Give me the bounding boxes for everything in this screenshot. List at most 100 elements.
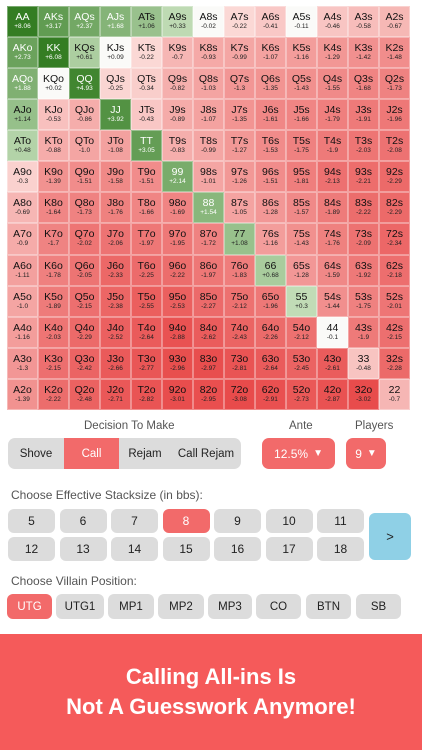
hand-cell-Q9s[interactable]: Q9s -0.82: [162, 68, 193, 100]
hand-cell-T4o[interactable]: T4o -2.64: [131, 316, 162, 348]
hand-cell-76s[interactable]: 76s -1.16: [255, 223, 286, 255]
hand-cell-K8s[interactable]: K8s -0.93: [193, 37, 224, 69]
hand-cell-65s[interactable]: 65s -1.28: [286, 254, 317, 286]
hand-cell-72o[interactable]: 72o -3.08: [224, 378, 255, 410]
hand-cell-94o[interactable]: 94o -2.88: [162, 316, 193, 348]
hand-cell-22[interactable]: 22 -0.7: [379, 378, 410, 410]
hand-cell-T4s[interactable]: T4s -1.9: [317, 130, 348, 162]
hand-cell-52s[interactable]: 52s -2.01: [379, 285, 410, 317]
players-dropdown[interactable]: 9 ▼: [346, 438, 386, 469]
hand-cell-T3s[interactable]: T3s -2.03: [348, 130, 379, 162]
hand-cell-A4o[interactable]: A4o -1.16: [7, 316, 38, 348]
hand-cell-AA[interactable]: AA +8.06: [7, 6, 38, 38]
hand-cell-63s[interactable]: 63s -1.92: [348, 254, 379, 286]
hand-cell-AJs[interactable]: AJs +1.68: [100, 6, 131, 38]
hand-cell-99[interactable]: 99 +2.14: [162, 161, 193, 193]
hand-cell-82s[interactable]: 82s -2.29: [379, 192, 410, 224]
hand-cell-JTo[interactable]: JTo -1.08: [100, 130, 131, 162]
hand-cell-Q4o[interactable]: Q4o -2.29: [69, 316, 100, 348]
hand-cell-77[interactable]: 77 +1.08: [224, 223, 255, 255]
decision-shove-button[interactable]: Shove: [8, 438, 64, 469]
stacksize-button-16[interactable]: 16: [214, 537, 261, 561]
hand-cell-A6s[interactable]: A6s -0.41: [255, 6, 286, 38]
hand-cell-AKs[interactable]: AKs +3.17: [38, 6, 69, 38]
hand-cell-A3s[interactable]: A3s -0.58: [348, 6, 379, 38]
hand-cell-T7o[interactable]: T7o -1.97: [131, 223, 162, 255]
stacksize-button-5[interactable]: 5: [8, 509, 55, 533]
hand-cell-KTs[interactable]: KTs -0.22: [131, 37, 162, 69]
hand-cell-98s[interactable]: 98s -1.01: [193, 161, 224, 193]
hand-cell-53s[interactable]: 53s -1.75: [348, 285, 379, 317]
hand-cell-ATo[interactable]: ATo +0.48: [7, 130, 38, 162]
hand-cell-J7o[interactable]: J7o -2.06: [100, 223, 131, 255]
hand-cell-AQo[interactable]: AQo +1.88: [7, 68, 38, 100]
hand-cell-53o[interactable]: 53o -2.45: [286, 347, 317, 379]
hand-cell-94s[interactable]: 94s -2.13: [317, 161, 348, 193]
hand-cell-QTs[interactable]: QTs -0.34: [131, 68, 162, 100]
stacksize-button-18[interactable]: 18: [317, 537, 364, 561]
hand-cell-32o[interactable]: 32o -3.02: [348, 378, 379, 410]
hand-cell-JJ[interactable]: JJ +3.92: [100, 99, 131, 131]
hand-cell-J5s[interactable]: J5s -1.66: [286, 99, 317, 131]
hand-cell-J9o[interactable]: J9o -1.58: [100, 161, 131, 193]
hand-cell-QJo[interactable]: QJo -0.86: [69, 99, 100, 131]
hand-cell-73o[interactable]: 73o -2.81: [224, 347, 255, 379]
hand-cell-T5o[interactable]: T5o -2.55: [131, 285, 162, 317]
stacksize-button-14[interactable]: 14: [111, 537, 158, 561]
hand-cell-J7s[interactable]: J7s -1.35: [224, 99, 255, 131]
hand-cell-T6s[interactable]: T6s -1.53: [255, 130, 286, 162]
hand-cell-54o[interactable]: 54o -2.12: [286, 316, 317, 348]
hand-cell-QQ[interactable]: QQ +4.93: [69, 68, 100, 100]
villain-position-sb[interactable]: SB: [356, 594, 401, 619]
hand-cell-J6s[interactable]: J6s -1.61: [255, 99, 286, 131]
hand-cell-J2o[interactable]: J2o -2.71: [100, 378, 131, 410]
hand-cell-J4o[interactable]: J4o -2.52: [100, 316, 131, 348]
hand-cell-93s[interactable]: 93s -2.21: [348, 161, 379, 193]
stacksize-button-11[interactable]: 11: [317, 509, 364, 533]
hand-cell-A8o[interactable]: A8o -0.69: [7, 192, 38, 224]
hand-cell-A2o[interactable]: A2o -1.39: [7, 378, 38, 410]
hand-cell-Q4s[interactable]: Q4s -1.55: [317, 68, 348, 100]
hand-cell-43s[interactable]: 43s -1.9: [348, 316, 379, 348]
hand-cell-J8o[interactable]: J8o -1.76: [100, 192, 131, 224]
hand-cell-54s[interactable]: 54s -1.44: [317, 285, 348, 317]
stacksize-button-6[interactable]: 6: [59, 509, 107, 533]
stacksize-button-12[interactable]: 12: [8, 537, 55, 561]
hand-cell-Q5o[interactable]: Q5o -2.15: [69, 285, 100, 317]
hand-cell-92s[interactable]: 92s -2.29: [379, 161, 410, 193]
hand-cell-Q7s[interactable]: Q7s -1.3: [224, 68, 255, 100]
hand-cell-44[interactable]: 44 -0.1: [317, 316, 348, 348]
stacksize-button-17[interactable]: 17: [265, 537, 313, 561]
hand-cell-QJs[interactable]: QJs -0.25: [100, 68, 131, 100]
hand-cell-K8o[interactable]: K8o -1.64: [38, 192, 69, 224]
hand-cell-A9s[interactable]: A9s +0.33: [162, 6, 193, 38]
hand-cell-KK[interactable]: KK +6.08: [38, 37, 69, 69]
hand-cell-A3o[interactable]: A3o -1.3: [7, 347, 38, 379]
hand-cell-84o[interactable]: 84o -2.62: [193, 316, 224, 348]
hand-cell-T3o[interactable]: T3o -2.77: [131, 347, 162, 379]
hand-cell-55[interactable]: 55 +0.3: [286, 285, 317, 317]
hand-cell-QTo[interactable]: QTo -1.0: [69, 130, 100, 162]
hand-cell-Q2s[interactable]: Q2s -1.73: [379, 68, 410, 100]
hand-cell-75o[interactable]: 75o -2.12: [224, 285, 255, 317]
hand-cell-K2o[interactable]: K2o -2.22: [38, 378, 69, 410]
hand-cell-Q8o[interactable]: Q8o -1.73: [69, 192, 100, 224]
hand-cell-K9s[interactable]: K9s -0.7: [162, 37, 193, 69]
hand-cell-73s[interactable]: 73s -2.09: [348, 223, 379, 255]
hand-cell-J3s[interactable]: J3s -1.91: [348, 99, 379, 131]
hand-cell-K6s[interactable]: K6s -1.07: [255, 37, 286, 69]
hand-cell-Q3o[interactable]: Q3o -2.42: [69, 347, 100, 379]
hand-cell-75s[interactable]: 75s -1.43: [286, 223, 317, 255]
hand-cell-86s[interactable]: 86s -1.28: [255, 192, 286, 224]
hand-cell-32s[interactable]: 32s -2.28: [379, 347, 410, 379]
hand-cell-Q7o[interactable]: Q7o -2.02: [69, 223, 100, 255]
hand-cell-T8o[interactable]: T8o -1.66: [131, 192, 162, 224]
hand-cell-AQs[interactable]: AQs +2.37: [69, 6, 100, 38]
hand-cell-A7o[interactable]: A7o -0.9: [7, 223, 38, 255]
hand-cell-T7s[interactable]: T7s -1.27: [224, 130, 255, 162]
hand-cell-95o[interactable]: 95o -2.53: [162, 285, 193, 317]
hand-cell-97o[interactable]: 97o -1.95: [162, 223, 193, 255]
hand-cell-ATs[interactable]: ATs +1.06: [131, 6, 162, 38]
hand-cell-J5o[interactable]: J5o -2.38: [100, 285, 131, 317]
hand-cell-Q9o[interactable]: Q9o -1.51: [69, 161, 100, 193]
